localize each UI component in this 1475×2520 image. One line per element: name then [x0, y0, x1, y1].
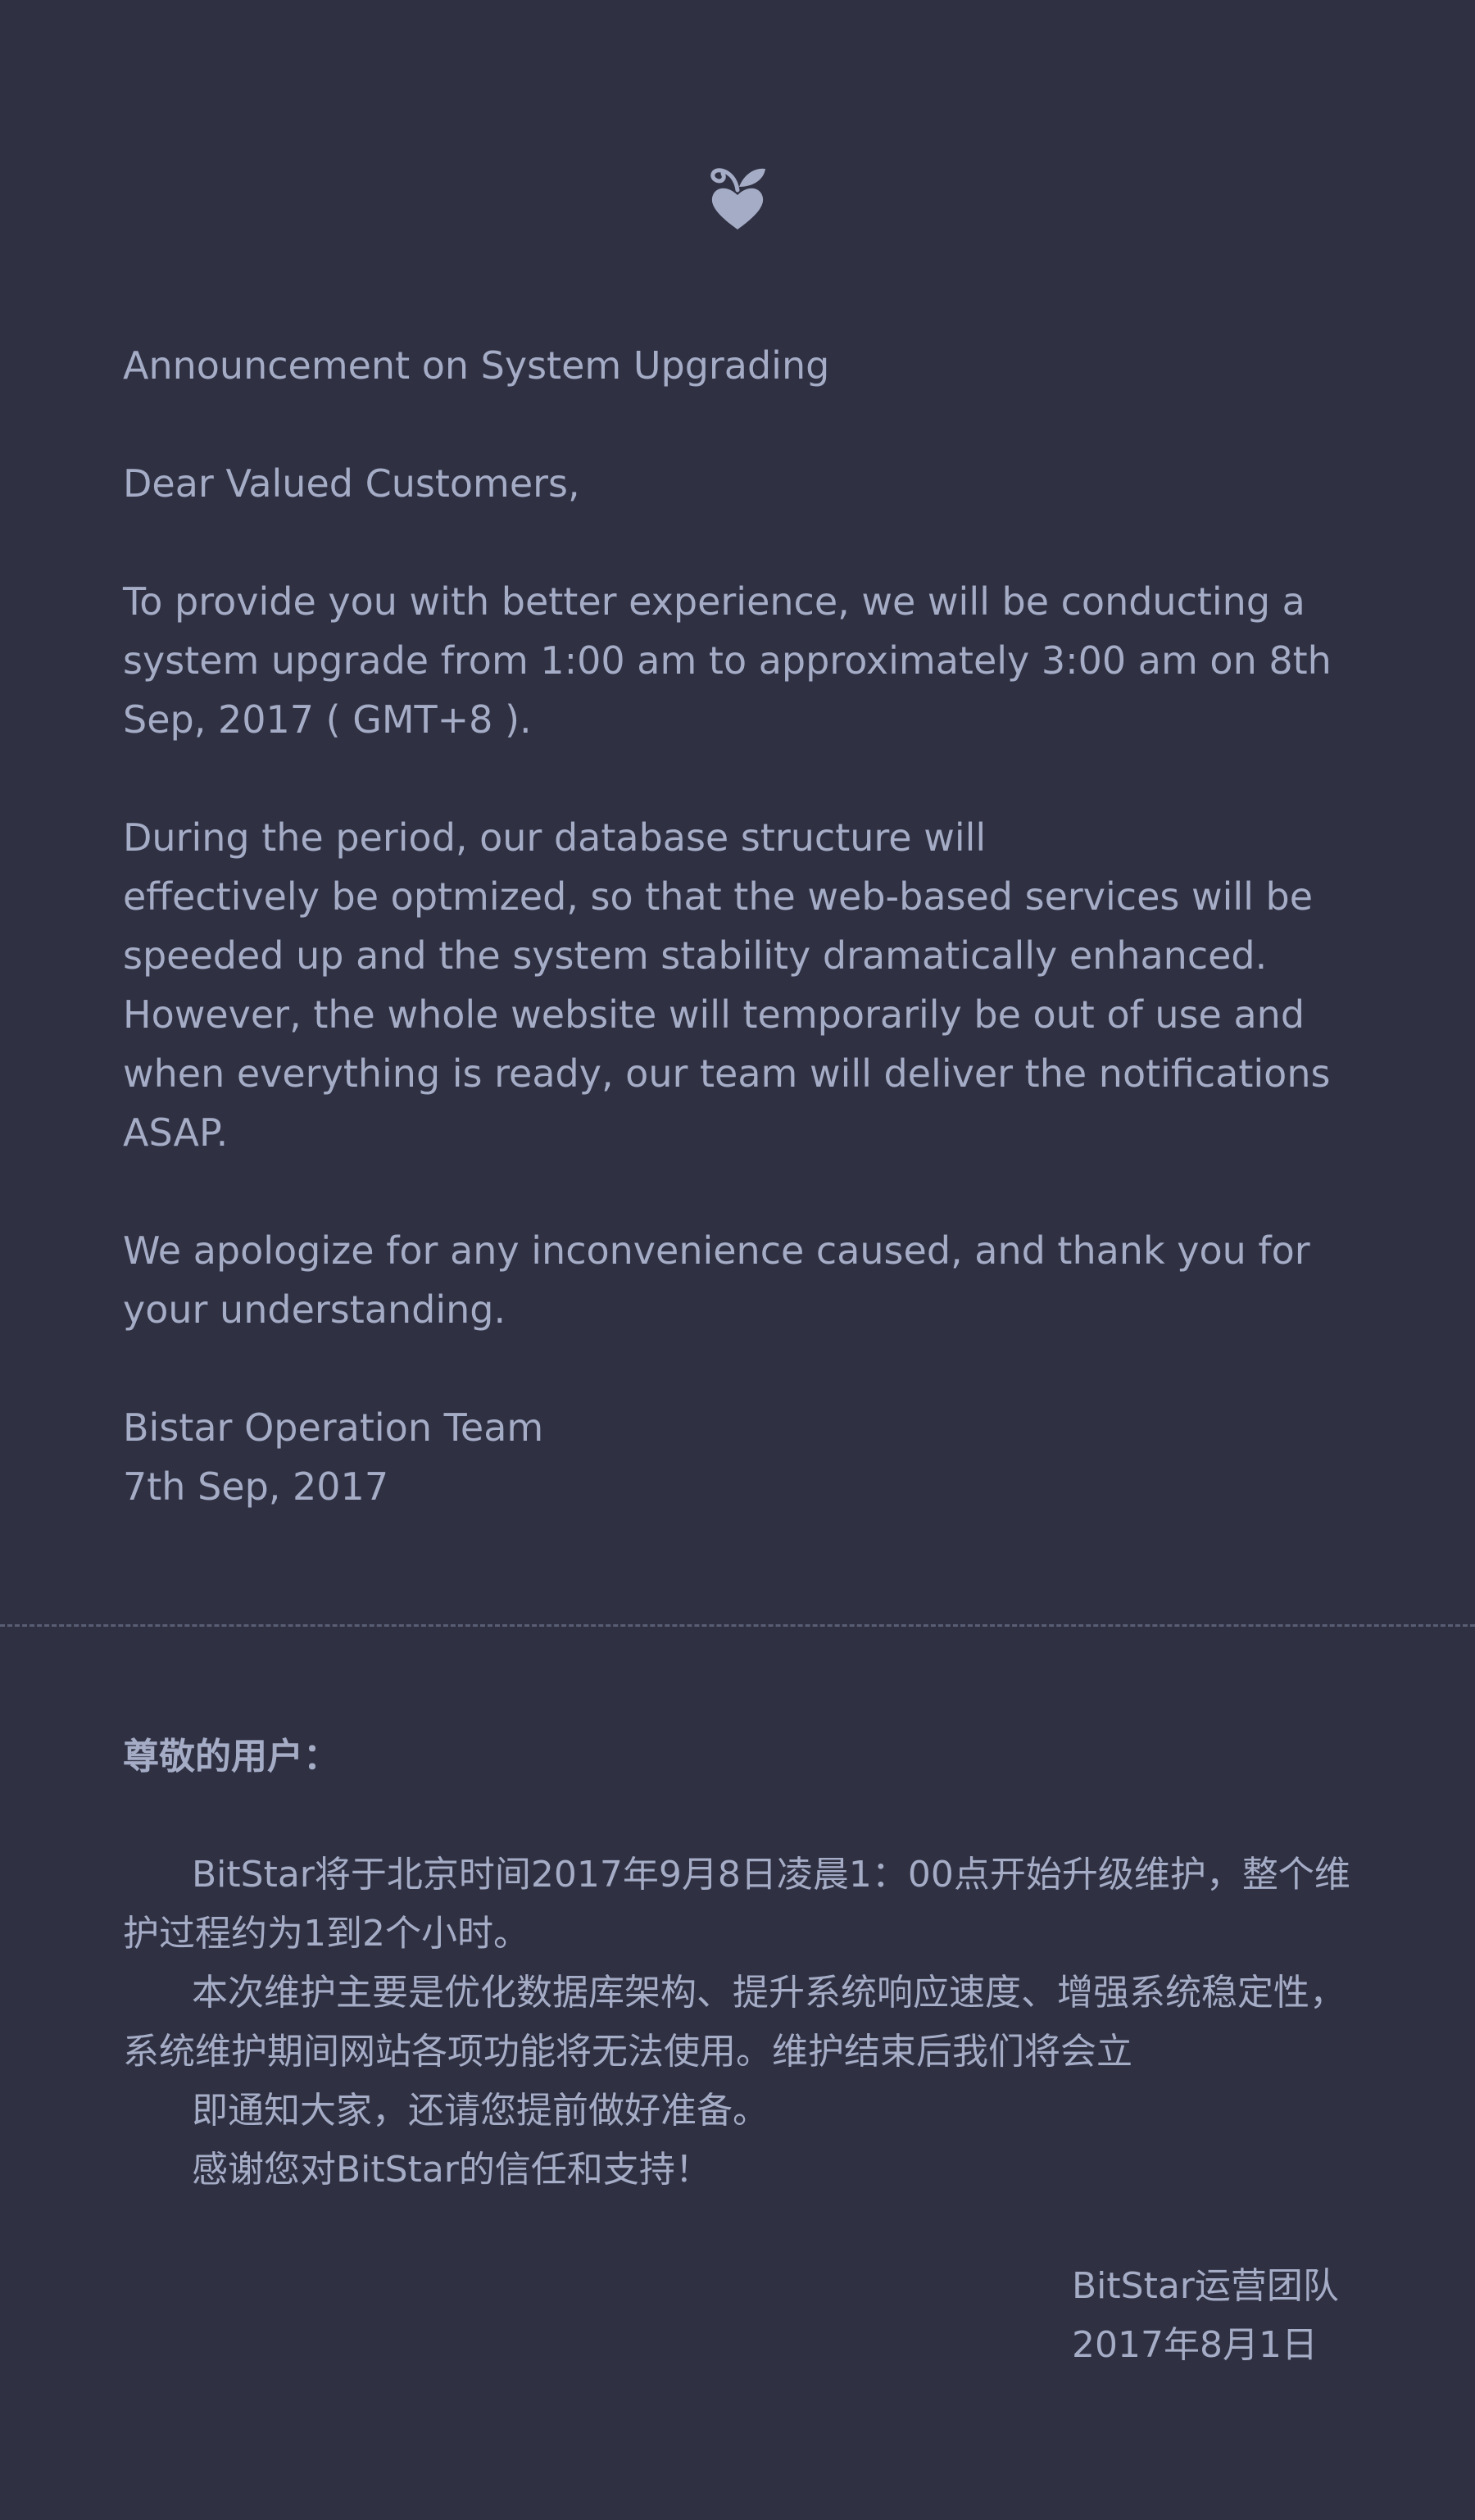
english-salutation: Dear Valued Customers, [123, 461, 580, 506]
chinese-signature-date: 2017年8月1日 [1072, 2324, 1318, 2366]
english-paragraph-2-line-1: During the period, our database structur… [123, 815, 987, 860]
chinese-paragraph-3: 感谢您对BitStar的信任和支持！ [192, 2149, 711, 2191]
chinese-signature-team: BitStar运营团队 [1072, 2265, 1339, 2307]
chinese-signature: BitStar运营团队 2017年8月1日 [1072, 2257, 1339, 2375]
chinese-paragraph-2-continued: 即通知大家，还请您提前做好准备。 [192, 2090, 769, 2132]
heart-sprout-logo-icon [710, 168, 765, 229]
announcement-title: Announcement on System Upgrading [123, 343, 830, 388]
chinese-salutation: 尊敬的用户： [123, 1736, 339, 1778]
english-announcement: Announcement on System Upgrading Dear Va… [123, 336, 1368, 1516]
section-divider [0, 1624, 1475, 1627]
english-signature-date: 7th Sep, 2017 [123, 1464, 389, 1509]
english-signature-team: Bistar Operation Team [123, 1405, 544, 1450]
english-paragraph-1: To provide you with better experience, w… [123, 579, 1332, 742]
chinese-paragraph-1: BitStar将于北京时间2017年9月8日凌晨1：00点开始升级维护，整个维护… [123, 1854, 1350, 1955]
english-paragraph-2: effectively be optmized, so that the web… [123, 874, 1331, 1155]
chinese-announcement: 尊敬的用户： BitStar将于北京时间2017年9月8日凌晨1：00点开始升级… [123, 1728, 1368, 2200]
chinese-paragraph-2: 本次维护主要是优化数据库架构、提升系统响应速度、增强系统稳定性，系统维护期间网站… [123, 1972, 1346, 2073]
english-paragraph-3: We apologize for any inconvenience cause… [123, 1228, 1310, 1332]
